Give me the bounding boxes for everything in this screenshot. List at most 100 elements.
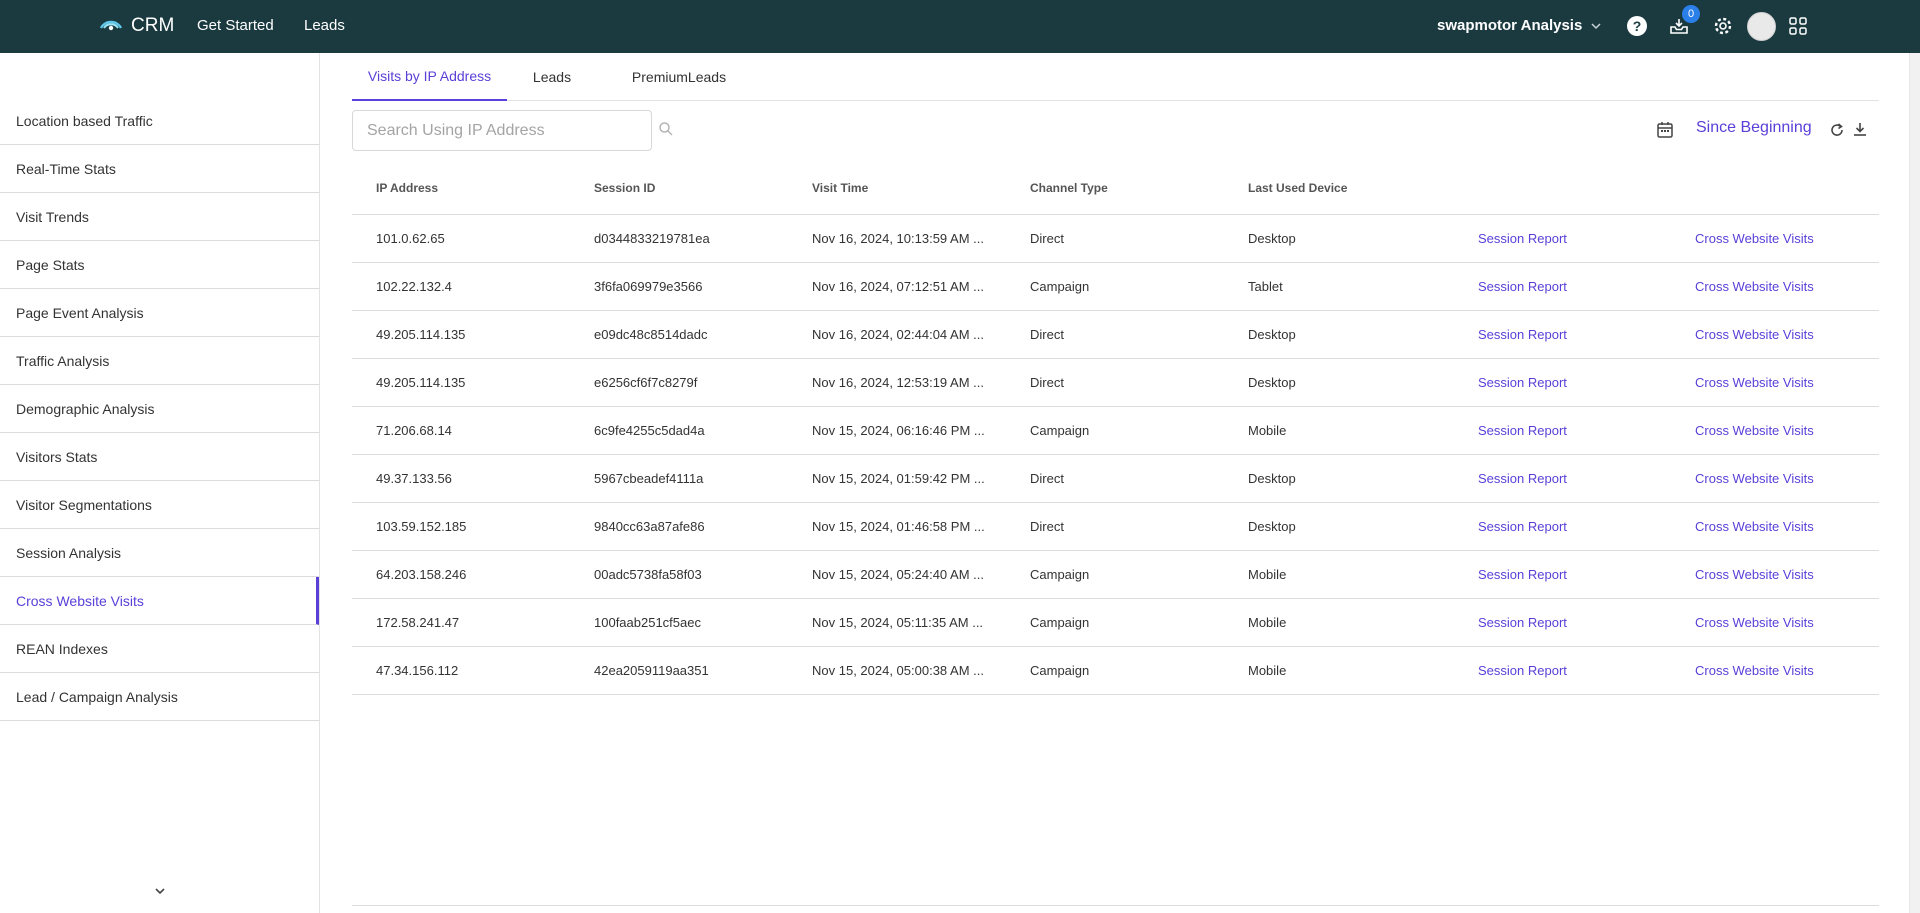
cell-channel-type: Campaign xyxy=(1030,567,1090,582)
column-header-session-id[interactable]: Session ID xyxy=(594,181,655,195)
cell-session-report-link[interactable]: Session Report xyxy=(1478,423,1567,438)
column-header-ip-address[interactable]: IP Address xyxy=(376,181,438,195)
cell-cross-website-visits-link[interactable]: Cross Website Visits xyxy=(1695,327,1814,342)
cell-channel-type: Campaign xyxy=(1030,663,1090,678)
apps-grid-icon[interactable] xyxy=(1785,13,1811,39)
cell-device: Mobile xyxy=(1248,423,1287,438)
brand-logo-icon xyxy=(99,20,123,31)
date-range-selector[interactable]: Since Beginning xyxy=(1696,119,1812,137)
cell-cross-website-visits-link[interactable]: Cross Website Visits xyxy=(1695,231,1814,246)
inbox-icon[interactable]: 0 xyxy=(1666,5,1700,39)
table-header: IP Address Session ID Visit Time Channel… xyxy=(352,161,1879,215)
sidebar-item-rean-indexes[interactable]: REAN Indexes xyxy=(0,625,319,673)
download-icon[interactable] xyxy=(1852,121,1868,137)
cell-session-report-link[interactable]: Session Report xyxy=(1478,279,1567,294)
column-header-visit-time[interactable]: Visit Time xyxy=(812,181,868,195)
cell-cross-website-visits-link[interactable]: Cross Website Visits xyxy=(1695,567,1814,582)
cell-device: Mobile xyxy=(1248,615,1287,630)
cell-visit-time: Nov 15, 2024, 01:59:42 PM ... xyxy=(812,471,985,486)
cell-channel-type: Direct xyxy=(1030,471,1064,486)
sidebar-item-demographic-analysis[interactable]: Demographic Analysis xyxy=(0,385,319,433)
avatar[interactable] xyxy=(1747,12,1776,41)
cell-cross-website-visits-link[interactable]: Cross Website Visits xyxy=(1695,279,1814,294)
tab-bar: Visits by IP Address Leads PremiumLeads xyxy=(352,53,1879,101)
sidebar-item-location-traffic[interactable]: Location based Traffic xyxy=(0,97,319,145)
cell-session-id: 100faab251cf5aec xyxy=(594,615,701,630)
top-navbar: CRM Get Started Leads swapmotor Analysis… xyxy=(0,0,1920,53)
cell-ip-address: 49.205.114.135 xyxy=(376,375,466,390)
cell-session-report-link[interactable]: Session Report xyxy=(1478,231,1567,246)
gear-icon[interactable] xyxy=(1710,13,1736,39)
sidebar-item-lead-campaign-analysis[interactable]: Lead / Campaign Analysis xyxy=(0,673,319,721)
visits-table: IP Address Session ID Visit Time Channel… xyxy=(352,161,1879,695)
cell-visit-time: Nov 15, 2024, 05:24:40 AM ... xyxy=(812,567,985,582)
table-row: 49.37.133.56 5967cbeadef4111a Nov 15, 2024… xyxy=(352,455,1879,503)
cell-device: Desktop xyxy=(1248,327,1296,342)
cell-device: Desktop xyxy=(1248,231,1296,246)
cell-session-id: 6c9fe4255c5dad4a xyxy=(594,423,705,438)
sidebar-item-real-time-stats[interactable]: Real-Time Stats xyxy=(0,145,319,193)
cell-device: Tablet xyxy=(1248,279,1283,294)
cell-session-report-link[interactable]: Session Report xyxy=(1478,663,1567,678)
table-row: 101.0.62.65 d0344833219781ea Nov 16, 2024,… xyxy=(352,215,1879,263)
sidebar-item-page-stats[interactable]: Page Stats xyxy=(0,241,319,289)
cell-session-report-link[interactable]: Session Report xyxy=(1478,519,1567,534)
sidebar-item-traffic-analysis[interactable]: Traffic Analysis xyxy=(0,337,319,385)
nav-get-started[interactable]: Get Started xyxy=(197,17,274,34)
sidebar-item-cross-website-visits[interactable]: Cross Website Visits xyxy=(0,577,319,625)
tab-leads[interactable]: Leads xyxy=(526,53,578,101)
help-icon[interactable]: ? xyxy=(1624,13,1650,39)
cell-device: Mobile xyxy=(1248,663,1287,678)
table-row: 172.58.241.47 100faab251cf5aec Nov 15, 202… xyxy=(352,599,1879,647)
table-row: 49.205.114.135 e6256cf6f7c8279f Nov 16, 20… xyxy=(352,359,1879,407)
tab-visits-by-ip[interactable]: Visits by IP Address xyxy=(352,53,507,101)
divider xyxy=(352,905,1879,906)
svg-text:?: ? xyxy=(1633,18,1642,34)
cell-ip-address: 71.206.68.14 xyxy=(376,423,452,438)
cell-cross-website-visits-link[interactable]: Cross Website Visits xyxy=(1695,423,1814,438)
cell-cross-website-visits-link[interactable]: Cross Website Visits xyxy=(1695,375,1814,390)
column-header-last-used-device[interactable]: Last Used Device xyxy=(1248,181,1347,195)
sidebar-item-visit-trends[interactable]: Visit Trends xyxy=(0,193,319,241)
sidebar-item-visitors-stats[interactable]: Visitors Stats xyxy=(0,433,319,481)
cell-cross-website-visits-link[interactable]: Cross Website Visits xyxy=(1695,615,1814,630)
cell-session-report-link[interactable]: Session Report xyxy=(1478,327,1567,342)
cell-visit-time: Nov 16, 2024, 02:44:04 AM ... xyxy=(812,327,985,342)
cell-visit-time: Nov 15, 2024, 01:46:58 PM ... xyxy=(812,519,985,534)
calendar-icon[interactable] xyxy=(1656,121,1674,139)
cell-channel-type: Direct xyxy=(1030,375,1064,390)
table-row: 47.34.156.112 42ea2059119aa351 Nov 15, 202… xyxy=(352,647,1879,695)
project-selector[interactable]: swapmotor Analysis xyxy=(1437,17,1602,34)
cell-visit-time: Nov 15, 2024, 05:00:38 AM ... xyxy=(812,663,985,678)
cell-channel-type: Campaign xyxy=(1030,423,1090,438)
refresh-icon[interactable] xyxy=(1829,122,1845,138)
sidebar-item-session-analysis[interactable]: Session Analysis xyxy=(0,529,319,577)
column-header-channel-type[interactable]: Channel Type xyxy=(1030,181,1108,195)
cell-session-report-link[interactable]: Session Report xyxy=(1478,375,1567,390)
cell-session-report-link[interactable]: Session Report xyxy=(1478,615,1567,630)
notification-badge: 0 xyxy=(1682,5,1700,23)
cell-session-report-link[interactable]: Session Report xyxy=(1478,567,1567,582)
cell-ip-address: 172.58.241.47 xyxy=(376,615,460,630)
tab-premium-leads[interactable]: PremiumLeads xyxy=(629,53,729,101)
project-name: swapmotor Analysis xyxy=(1437,17,1583,34)
sidebar-menu: Location based Traffic Real-Time Stats V… xyxy=(0,97,319,721)
cell-cross-website-visits-link[interactable]: Cross Website Visits xyxy=(1695,471,1814,486)
chevron-down-icon xyxy=(1591,22,1601,29)
search-icon[interactable] xyxy=(658,121,674,137)
cell-session-report-link[interactable]: Session Report xyxy=(1478,471,1567,486)
brand[interactable]: CRM xyxy=(99,14,174,38)
cell-visit-time: Nov 16, 2024, 12:53:19 AM ... xyxy=(812,375,985,390)
chevron-down-icon[interactable] xyxy=(151,882,169,900)
sidebar-item-visitor-segmentations[interactable]: Visitor Segmentations xyxy=(0,481,319,529)
cell-device: Desktop xyxy=(1248,375,1296,390)
main-content: Visits by IP Address Leads PremiumLeads … xyxy=(321,53,1920,913)
sidebar-item-page-event-analysis[interactable]: Page Event Analysis xyxy=(0,289,319,337)
search-input[interactable] xyxy=(352,110,652,151)
cell-channel-type: Direct xyxy=(1030,519,1064,534)
scrollbar[interactable] xyxy=(1909,53,1920,913)
cell-cross-website-visits-link[interactable]: Cross Website Visits xyxy=(1695,663,1814,678)
nav-leads[interactable]: Leads xyxy=(304,17,345,34)
cell-session-id: e09dc48c8514dadc xyxy=(594,327,708,342)
cell-cross-website-visits-link[interactable]: Cross Website Visits xyxy=(1695,519,1814,534)
